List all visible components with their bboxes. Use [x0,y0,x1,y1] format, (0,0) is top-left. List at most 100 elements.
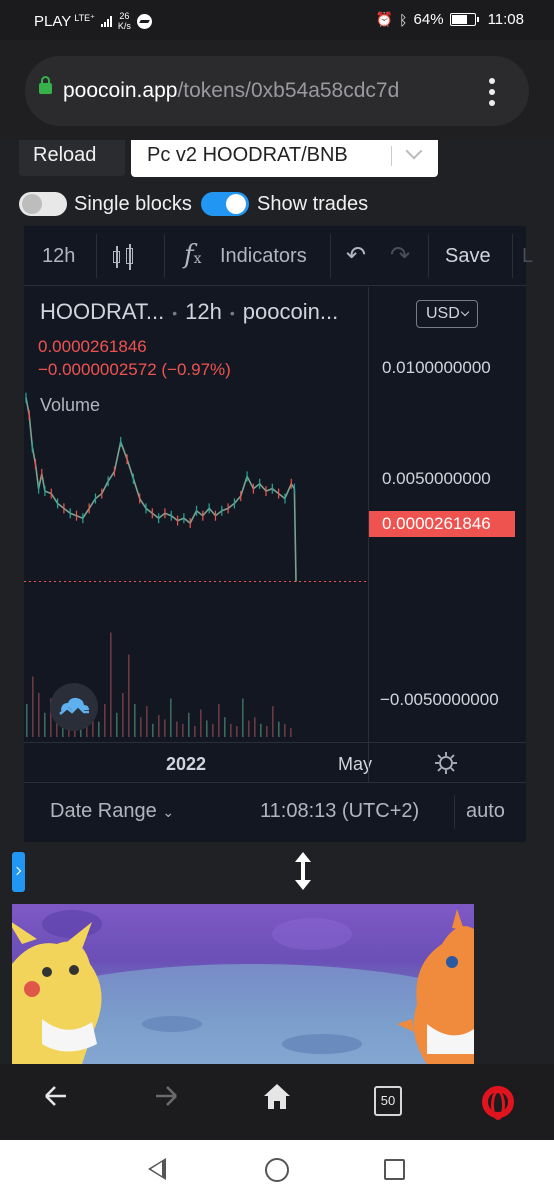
volume-bar [194,726,196,737]
volume-bar [170,698,172,737]
volume-bar [134,704,136,737]
legend-source: poocoin... [242,299,339,324]
show-trades-toggle[interactable] [201,192,249,216]
browser-bottom-nav: 50 [0,1064,554,1140]
chart-main-pane[interactable]: HOODRAT... • 12h • poocoin... 0.0000261846 −… [24,287,526,742]
side-panel-tab[interactable] [12,852,25,892]
address-bar[interactable]: poocoin.app/tokens/0xb54a58cdc7d [25,56,529,126]
volume-bar [26,704,28,737]
candles-icon[interactable] [113,244,135,270]
battery-percent: 64% [413,11,444,28]
time-axis[interactable]: 2022 May [24,742,526,783]
y-tick-label: −0.0050000000 [380,690,499,709]
volume-bar [230,723,232,737]
volume-bar [242,698,244,737]
system-recents-icon[interactable] [384,1159,405,1180]
price-series-line [25,397,297,582]
url-fade [415,70,475,112]
currency-dropdown[interactable]: USD [416,300,478,328]
redo-icon[interactable]: ↷ [390,244,410,268]
status-bar: PLAY LTE⁺ 26 K/s ⏰ ᛒ 64% 11:08 [0,0,554,40]
settings-icon[interactable] [434,751,458,775]
alarm-icon: ⏰ [375,11,394,27]
select-divider [391,146,392,166]
volume-bar [104,704,106,737]
chevron-down-icon [405,142,423,160]
volume-bar [272,706,274,737]
indicators-button[interactable]: Indicators [220,226,307,286]
volume-bar [236,726,238,737]
network-type: LTE⁺ [74,12,95,23]
resize-icon[interactable] [293,851,313,891]
url-text[interactable]: poocoin.app/tokens/0xb54a58cdc7d [63,79,463,103]
date-range-button[interactable]: Date Range ⌄ [50,800,174,823]
forward-arrow-icon[interactable] [152,1082,180,1110]
legend-interval: 12h [185,299,222,324]
show-trades-label: Show trades [257,193,369,215]
page-content: Reload Pc v2 HOODRAT/BNB Single blocks S… [0,140,554,1064]
chart-legend: HOODRAT... • 12h • poocoin... [40,299,339,324]
interval-button[interactable]: 12h [42,226,75,286]
volume-bar [32,676,34,737]
reload-button[interactable]: Reload [19,140,125,176]
x-tick-label: 2022 [166,754,207,774]
y-tick-label: 0.0100000000 [382,358,491,377]
volume-bar [158,715,160,737]
single-blocks-label: Single blocks [74,193,192,215]
volume-bar [164,719,166,737]
volume-bar [182,723,184,737]
auto-scale-button[interactable]: auto [466,800,505,823]
last-price-tag: 0.0000261846 [369,511,515,537]
signal-icon [100,15,112,27]
browser-toolbar: poocoin.app/tokens/0xb54a58cdc7d [0,40,554,140]
volume-bar [44,712,46,737]
carrier-label: PLAY [34,12,72,30]
tradingview-logo-icon[interactable] [50,683,98,731]
network-speed: 26 K/s [117,11,131,31]
home-icon[interactable] [262,1082,292,1110]
volume-bar [218,704,220,737]
pair-select-value: Pc v2 HOODRAT/BNB [147,144,348,166]
volume-bar [212,723,214,737]
volume-bar [176,721,178,737]
system-back-icon[interactable] [148,1158,166,1180]
pair-select[interactable]: Pc v2 HOODRAT/BNB [131,140,438,177]
legend-last-price: 0.0000261846 [38,337,147,356]
volume-bar [260,723,262,737]
chevron-down-icon: ⌄ [162,804,175,820]
tabs-icon[interactable]: 50 [374,1086,402,1116]
legend-change: −0.0000002572 (−0.97%) [38,360,231,379]
chart-bottom-bar: Date Range ⌄ 11:08:13 (UTC+2) auto [24,782,526,842]
more-menu-icon[interactable] [487,78,497,106]
messenger-icon [136,13,152,29]
volume-bar [248,720,250,737]
volume-bar [152,723,154,737]
mascot-banner-image [12,904,474,1064]
price-chart: 12h fx Indicators ↶ ↷ Save L HOODRAT... … [12,226,533,842]
y-tick-label: 0.0050000000 [382,469,491,488]
bluetooth-icon: ᛒ [399,11,408,28]
volume-bar [146,706,148,737]
clock: 11:08 [487,11,524,28]
opera-menu-icon[interactable] [482,1086,514,1120]
save-button[interactable]: Save [445,226,491,286]
x-tick-label: May [338,754,373,774]
legend-symbol: HOODRAT... [40,299,165,324]
volume-bar [224,717,226,737]
back-arrow-icon[interactable] [42,1082,70,1110]
volume-bar [128,654,130,737]
single-blocks-toggle[interactable] [19,192,67,216]
battery-icon [449,13,479,26]
volume-bar [278,721,280,737]
undo-icon[interactable]: ↶ [346,244,366,268]
system-home-icon[interactable] [265,1158,289,1182]
chart-clock: 11:08:13 (UTC+2) [260,800,420,822]
layout-button[interactable]: L [522,226,533,286]
volume-bar [206,720,208,737]
system-nav-bar [0,1140,554,1200]
volume-bar [284,723,286,737]
volume-bar [188,712,190,737]
volume-bar [254,717,256,737]
url-host: poocoin.app [63,79,178,102]
indicators-icon[interactable]: fx [184,240,202,274]
